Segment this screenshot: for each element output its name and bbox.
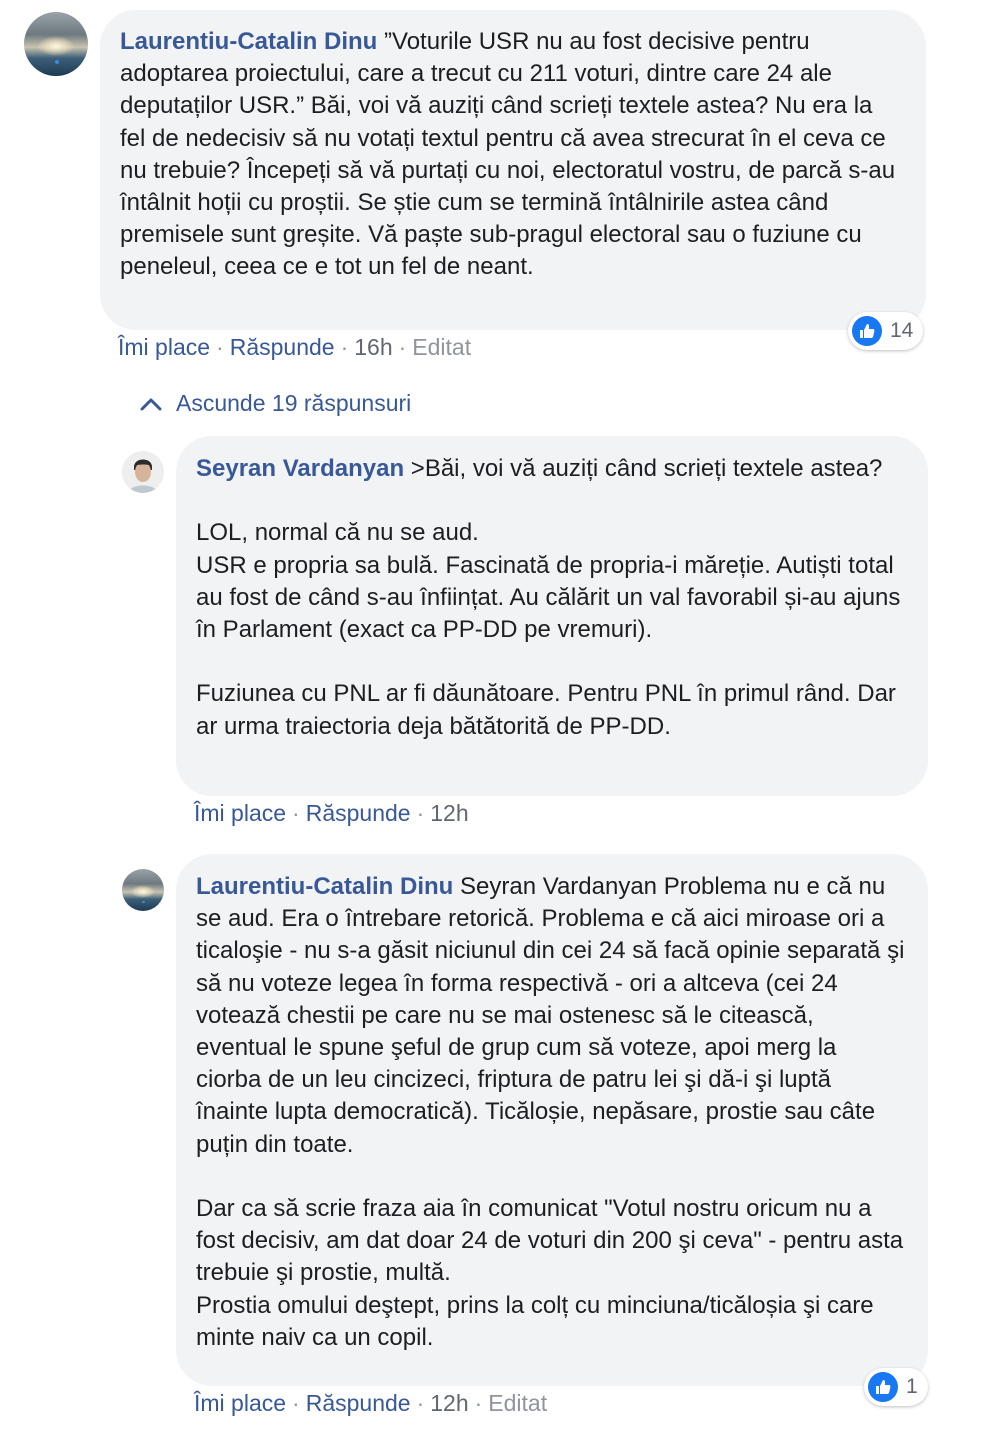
avatar-laurentiu[interactable] [24,12,88,76]
hide-replies-label: Ascunde 19 răspunsuri [176,390,412,416]
reply-body: Seyran Vardanyan >Băi, voi vă auziți cân… [196,453,906,743]
like-button[interactable]: Îmi place [118,334,210,360]
reply-body: Laurentiu-Catalin Dinu Seyran Vardanyan … [196,871,906,1354]
avatar-balloon [54,60,60,65]
separator-dot: · [292,800,300,826]
timestamp[interactable]: 16h [354,334,392,360]
reply-bubble: Laurentiu-Catalin Dinu Seyran Vardanyan … [176,854,928,1386]
reply-button[interactable]: Răspunde [230,334,335,360]
avatar-laurentiu-small[interactable] [122,869,164,911]
avatar-balloon [142,900,146,904]
comment-author[interactable]: Laurentiu-Catalin Dinu [120,28,377,55]
reply-actions: Îmi place · Răspunde · 12h · Editat [194,1390,547,1417]
thumbs-up-icon [852,316,882,346]
separator-dot: · [398,334,407,360]
like-button[interactable]: Îmi place [194,1390,286,1416]
avatar-seyran[interactable] [122,451,164,493]
reaction-count[interactable]: 1 [864,1368,928,1406]
separator-dot: · [340,334,349,360]
reply-text: >Băi, voi vă auziți când scrieți textele… [196,455,901,740]
timestamp[interactable]: 12h [430,1390,468,1416]
reply-button[interactable]: Răspunde [306,1390,411,1416]
separator-dot: · [216,334,224,360]
separator-dot: · [292,1390,300,1416]
separator-dot: · [416,1390,425,1416]
like-button[interactable]: Îmi place [194,800,286,826]
reaction-count[interactable]: 14 [848,312,924,350]
edited-label[interactable]: Editat [488,1390,547,1416]
reply-author[interactable]: Laurentiu-Catalin Dinu [196,873,453,900]
avatar-sun [36,36,76,56]
comment-actions: Îmi place · Răspunde · 16h · Editat [118,334,471,361]
thumbs-up-icon [868,1372,898,1402]
edited-label[interactable]: Editat [412,334,471,360]
reply-bubble: Seyran Vardanyan >Băi, voi vă auziți cân… [176,436,928,796]
avatar-sun [130,884,156,898]
comment-bubble: Laurentiu-Catalin Dinu ”Voturile USR nu … [100,10,926,330]
chevron-up-icon [140,398,162,410]
timestamp[interactable]: 12h [430,800,468,826]
reply-author[interactable]: Seyran Vardanyan [196,455,404,482]
reaction-number: 14 [890,319,914,342]
separator-dot: · [474,1390,483,1416]
person-photo [122,451,164,493]
reaction-number: 1 [906,1375,918,1398]
reply-actions: Îmi place · Răspunde · 12h [194,800,469,827]
reply-button[interactable]: Răspunde [306,800,411,826]
separator-dot: · [416,800,425,826]
hide-replies-button[interactable]: Ascunde 19 răspunsuri [140,390,411,417]
comment-text: ”Voturile USR nu au fost decisive pentru… [120,28,902,281]
reply-text: Seyran Vardanyan Problema nu e că nu se … [196,873,905,1351]
comment-body: Laurentiu-Catalin Dinu ”Voturile USR nu … [120,26,904,284]
